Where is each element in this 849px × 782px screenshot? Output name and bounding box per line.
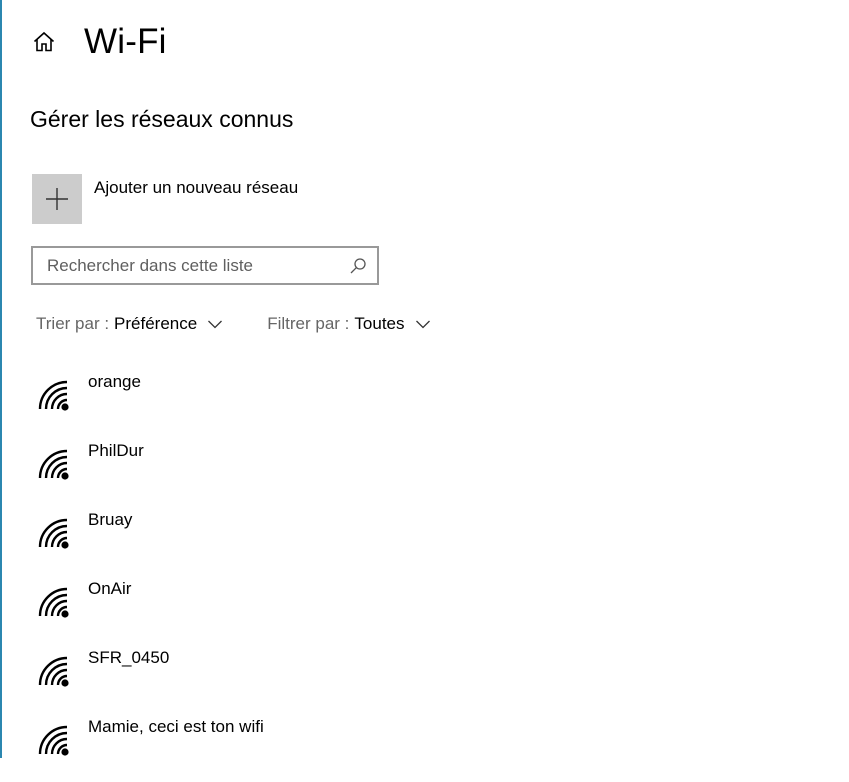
filter-dropdown[interactable]: Filtrer par : Toutes bbox=[267, 314, 430, 334]
network-name: Mamie, ceci est ton wifi bbox=[88, 717, 264, 736]
chevron-down-icon bbox=[415, 319, 431, 329]
wifi-icon bbox=[38, 656, 69, 687]
sort-value: Préférence bbox=[114, 314, 198, 333]
network-item-mamie[interactable]: Mamie, ceci est ton wifi bbox=[36, 713, 816, 782]
search-box[interactable] bbox=[31, 246, 379, 285]
network-item-orange[interactable]: orange bbox=[36, 368, 816, 437]
search-input[interactable] bbox=[33, 248, 343, 283]
page-header: Wi-Fi bbox=[31, 18, 167, 66]
wifi-icon bbox=[38, 587, 69, 618]
network-item-sfr-0450[interactable]: SFR_0450 bbox=[36, 644, 816, 713]
add-network-tile[interactable] bbox=[32, 174, 82, 224]
filter-value: Toutes bbox=[354, 314, 405, 333]
network-name: Bruay bbox=[88, 510, 133, 529]
network-name: PhilDur bbox=[88, 441, 144, 460]
search-icon[interactable] bbox=[343, 251, 373, 281]
sort-dropdown[interactable]: Trier par : Préférence bbox=[36, 314, 223, 334]
wifi-icon bbox=[38, 380, 69, 411]
wifi-icon bbox=[38, 518, 69, 549]
network-name: SFR_0450 bbox=[88, 648, 170, 667]
add-network-button[interactable]: Ajouter un nouveau réseau bbox=[32, 174, 298, 224]
network-name: orange bbox=[88, 372, 141, 391]
sort-prefix: Trier par : bbox=[36, 314, 110, 333]
network-item-phildur[interactable]: PhilDur bbox=[36, 437, 816, 506]
network-item-bruay[interactable]: Bruay bbox=[36, 506, 816, 575]
section-title: Gérer les réseaux connus bbox=[30, 106, 294, 132]
wifi-icon bbox=[38, 725, 69, 756]
sort-filter-bar: Trier par : Préférence Filtrer par : Tou… bbox=[36, 314, 431, 334]
wifi-icon bbox=[38, 449, 69, 480]
filter-prefix: Filtrer par : bbox=[267, 314, 350, 333]
network-name: OnAir bbox=[88, 579, 132, 598]
home-icon[interactable] bbox=[31, 29, 57, 55]
network-item-onair[interactable]: OnAir bbox=[36, 575, 816, 644]
known-networks-list: orange PhilDur Bruay OnAir SFR_0450 Mami… bbox=[36, 368, 816, 782]
window-left-border bbox=[0, 0, 2, 758]
chevron-down-icon bbox=[207, 319, 223, 329]
add-network-label: Ajouter un nouveau réseau bbox=[94, 178, 299, 197]
page-title: Wi-Fi bbox=[84, 22, 167, 61]
plus-icon bbox=[46, 188, 68, 210]
